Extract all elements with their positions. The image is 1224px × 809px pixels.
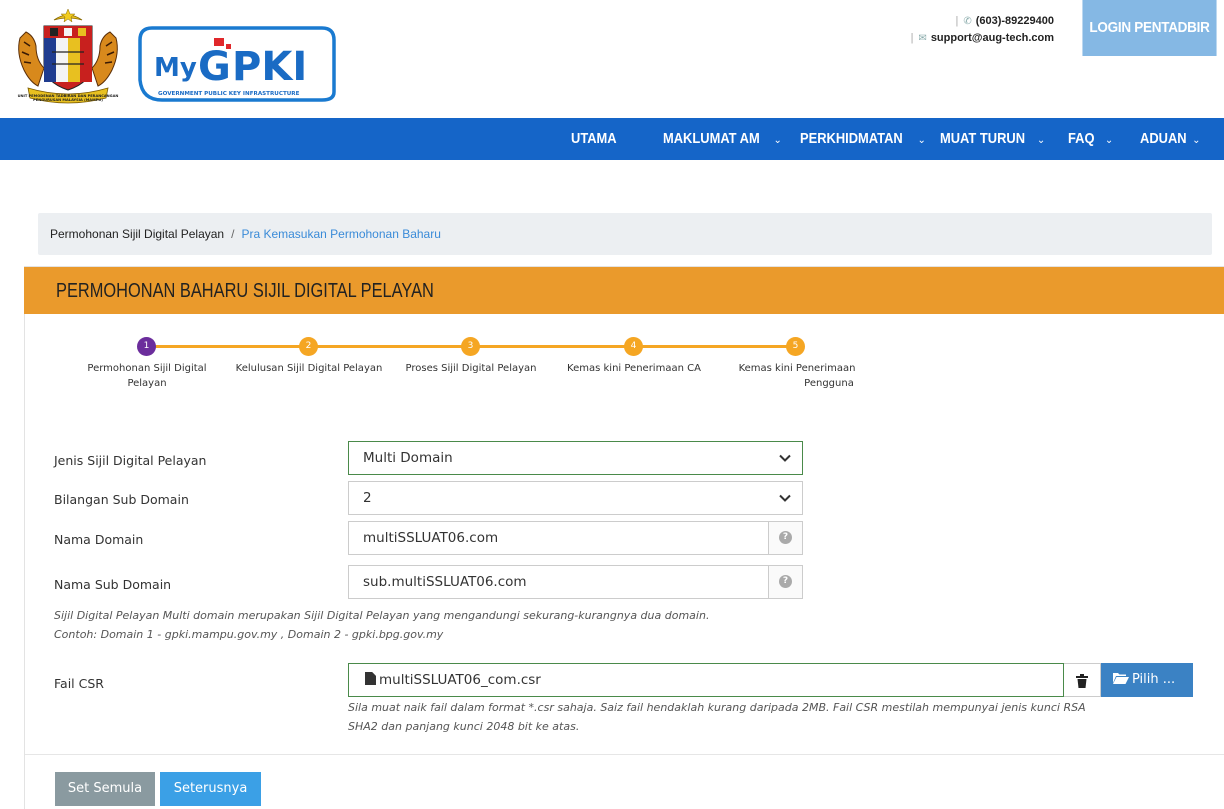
step-1-indicator: 1: [137, 337, 156, 356]
step-4-label: Kemas kini Penerimaan CA: [567, 363, 701, 374]
nav-item-faq[interactable]: FAQ ⌄: [1068, 118, 1113, 160]
breadcrumb-parent[interactable]: Permohonan Sijil Digital Pelayan: [50, 227, 224, 241]
svg-text:My: My: [154, 53, 197, 83]
folder-open-icon: [1113, 673, 1129, 684]
breadcrumb: Permohonan Sijil Digital Pelayan / Pra Kem…: [38, 213, 1212, 255]
step-2-indicator: 2: [299, 337, 318, 356]
chevron-down-icon: ⌄: [1104, 135, 1114, 146]
jenis-sijil-value: Multi Domain: [363, 450, 453, 466]
question-icon: ?: [779, 531, 792, 544]
main-navbar: UTAMA MAKLUMAT AM ⌄ PERKHIDMATAN ⌄ MUAT TU…: [0, 118, 1224, 160]
nama-sub-domain-value: sub.multiSSLUAT06.com: [363, 574, 527, 590]
svg-text:PKI: PKI: [232, 44, 307, 90]
chevron-down-icon: [779, 454, 791, 462]
step-3-indicator: 3: [461, 337, 480, 356]
bilangan-sub-domain-select[interactable]: 2: [348, 481, 803, 515]
next-button[interactable]: Seterusnya: [160, 772, 261, 806]
crest-caption: UNIT PEMODENAN TADBIRAN DAN PERANCANGAN …: [17, 94, 119, 103]
choose-file-button[interactable]: Pilih ...: [1101, 663, 1193, 697]
csr-filename: multiSSLUAT06_com.csr: [379, 672, 541, 688]
jenis-sijil-select[interactable]: Multi Domain: [348, 441, 803, 475]
multi-domain-note: Sijil Digital Pelayan Multi domain merup…: [54, 609, 710, 641]
step-4-indicator: 4: [624, 337, 643, 356]
envelope-icon: ✉: [918, 33, 927, 44]
site-header: UNIT PEMODENAN TADBIRAN DAN PERANCANGAN …: [0, 0, 1224, 118]
step-2-label: Kelulusan Sijil Digital Pelayan: [235, 363, 383, 374]
nama-domain-help-addon[interactable]: ?: [768, 522, 802, 554]
nav-item-utama[interactable]: UTAMA: [571, 118, 624, 160]
step-3-label: Proses Sijil Digital Pelayan: [405, 363, 537, 374]
jenis-sijil-label: Jenis Sijil Digital Pelayan: [54, 453, 207, 468]
nav-item-muat-turun[interactable]: MUAT TURUN ⌄: [940, 118, 1045, 160]
nama-sub-domain-label: Nama Sub Domain: [54, 577, 172, 592]
csr-file-input[interactable]: multiSSLUAT06_com.csr: [348, 663, 1064, 697]
contact-phone: (603)-89229400: [975, 15, 1054, 27]
panel-border: [24, 314, 25, 809]
remove-file-button[interactable]: [1064, 663, 1101, 697]
breadcrumb-current[interactable]: Pra Kemasukan Permohonan Baharu: [241, 227, 440, 241]
reset-button[interactable]: Set Semula: [55, 772, 155, 806]
contact-email[interactable]: support@aug-tech.com: [931, 32, 1054, 44]
contact-info: | ✆ (603)-89229400 | ✉ support@aug-tech.com: [911, 13, 1054, 47]
step-5-label: Kemas kini Penerimaan Pengguna: [738, 363, 856, 389]
breadcrumb-separator: /: [231, 227, 235, 241]
form-footer-divider: [25, 754, 1224, 755]
nama-domain-value: multiSSLUAT06.com: [363, 530, 499, 546]
panel-header: PERMOHONAN BAHARU SIJIL DIGITAL PELAYAN: [24, 266, 1224, 314]
chevron-down-icon: ⌄: [1192, 135, 1201, 146]
step-1-label: Permohonan Sijil Digital Pelayan: [87, 363, 207, 389]
bilangan-sub-domain-value: 2: [363, 490, 372, 506]
nama-domain-input[interactable]: multiSSLUAT06.com ?: [348, 521, 803, 555]
nama-sub-domain-input[interactable]: sub.multiSSLUAT06.com ?: [348, 565, 803, 599]
nav-item-aduan[interactable]: ADUAN ⌄: [1140, 118, 1201, 160]
page-title: PERMOHONAN BAHARU SIJIL DIGITAL PELAYAN: [56, 280, 434, 302]
nav-item-maklumat-am[interactable]: MAKLUMAT AM ⌄: [663, 118, 782, 160]
chevron-down-icon: [779, 494, 791, 502]
mygpki-logo[interactable]: My G PKI GOVERNMENT PUBLIC KEY INFRASTRU…: [136, 24, 339, 104]
svg-text:G: G: [198, 44, 231, 90]
chevron-down-icon: ⌄: [773, 135, 782, 146]
trash-icon: [1076, 674, 1088, 688]
logo-subtitle: GOVERNMENT PUBLIC KEY INFRASTRUCTURE: [158, 91, 300, 97]
file-icon: [365, 672, 376, 685]
chevron-down-icon: ⌄: [917, 135, 926, 146]
bilangan-sub-domain-label: Bilangan Sub Domain: [54, 492, 189, 507]
csr-note: Sila muat naik fail dalam format *.csr s…: [348, 701, 1086, 733]
phone-icon: ✆: [963, 16, 972, 27]
nama-domain-label: Nama Domain: [54, 532, 144, 547]
login-admin-button[interactable]: LOGIN PENTADBIR: [1082, 0, 1217, 56]
nama-sub-domain-help-addon[interactable]: ?: [768, 566, 802, 598]
nav-item-perkhidmatan[interactable]: PERKHIDMATAN ⌄: [800, 118, 926, 160]
fail-csr-label: Fail CSR: [54, 676, 104, 691]
question-icon: ?: [779, 575, 792, 588]
chevron-down-icon: ⌄: [1036, 135, 1046, 146]
step-5-indicator: 5: [786, 337, 805, 356]
